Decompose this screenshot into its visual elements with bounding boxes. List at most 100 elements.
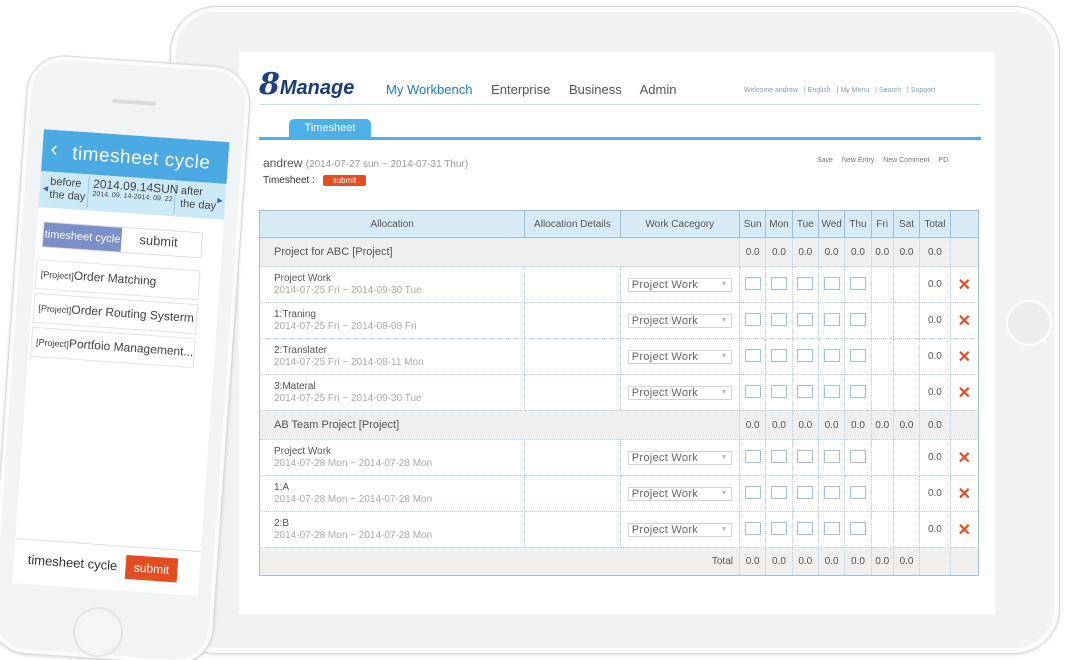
- my-menu-link[interactable]: | My Menu: [837, 87, 870, 94]
- hours-input[interactable]: [849, 485, 866, 499]
- work-category-value: Project Work: [631, 386, 699, 399]
- submit-button[interactable]: submit: [322, 175, 367, 186]
- hours-input[interactable]: [797, 449, 814, 463]
- hours-input[interactable]: [744, 384, 761, 398]
- new-comment-button[interactable]: New Comment: [883, 157, 929, 164]
- hours-input[interactable]: [770, 485, 787, 499]
- after-the-day-button[interactable]: after the day: [180, 185, 218, 213]
- triangle-right-icon[interactable]: ▶: [217, 196, 223, 204]
- timesheet-status: Timesheet : submit: [263, 175, 367, 186]
- language-link[interactable]: | English: [804, 87, 831, 94]
- hours-input[interactable]: [744, 312, 761, 326]
- nav-my-workbench[interactable]: My Workbench: [386, 82, 472, 97]
- timesheet-owner: andrew (2014-07-27 sun ~ 2014-07-31 Thur…: [263, 156, 468, 170]
- hours-input[interactable]: [770, 449, 787, 463]
- hours-input[interactable]: [823, 449, 840, 463]
- phone-submit-button[interactable]: submit: [124, 554, 179, 583]
- hours-input[interactable]: [770, 521, 787, 535]
- close-x-icon[interactable]: ✕: [949, 338, 980, 375]
- list-item[interactable]: [Project]Portfoio Management...: [30, 326, 196, 369]
- day-cell-fri: [870, 338, 894, 375]
- hours-input[interactable]: [797, 348, 814, 362]
- work-category-select[interactable]: Project Work ▼: [627, 522, 732, 537]
- hours-input[interactable]: [797, 312, 814, 326]
- day-cell: [738, 511, 767, 548]
- user-name: andrew: [263, 156, 303, 170]
- tab-submit[interactable]: submit: [139, 232, 178, 250]
- hours-input[interactable]: [849, 312, 866, 326]
- hours-input[interactable]: [770, 348, 787, 362]
- work-category-select[interactable]: Project Work ▼: [627, 450, 732, 465]
- day-cell: [791, 511, 819, 548]
- close-x-icon[interactable]: ✕: [949, 511, 980, 548]
- hours-input[interactable]: [849, 348, 866, 362]
- hours-input[interactable]: [823, 348, 840, 362]
- pd-button[interactable]: PD: [938, 157, 948, 164]
- hours-input[interactable]: [797, 276, 814, 290]
- work-category-select[interactable]: Project Work ▼: [627, 385, 732, 400]
- dropdown-arrow-icon: ▼: [720, 525, 728, 533]
- hours-input[interactable]: [849, 449, 866, 463]
- table-row: 3:Materal 2014-07-25 Fri ~ 2014-09-30 Tue…: [258, 374, 980, 411]
- category-cell: Project Work ▼: [619, 374, 740, 411]
- work-category-select[interactable]: Project Work ▼: [627, 349, 732, 364]
- day-cell: [791, 266, 819, 303]
- chevron-left-icon[interactable]: ‹: [50, 136, 59, 162]
- group-sum: 0.0: [738, 410, 767, 440]
- hours-input[interactable]: [744, 276, 761, 290]
- hours-input[interactable]: [744, 521, 761, 535]
- hours-input[interactable]: [849, 384, 866, 398]
- close-x-icon[interactable]: ✕: [949, 302, 980, 339]
- day-cell: [791, 374, 819, 411]
- tablet-home-button[interactable]: [1006, 300, 1052, 346]
- work-category-select[interactable]: Project Work ▼: [627, 313, 732, 328]
- allocation-title: 1:Traning: [274, 308, 316, 320]
- day-cell: [844, 374, 872, 411]
- hours-input[interactable]: [744, 348, 761, 362]
- hours-input[interactable]: [744, 449, 761, 463]
- allocation-details-cell: [524, 511, 621, 548]
- close-x-icon[interactable]: ✕: [949, 475, 980, 512]
- hours-input[interactable]: [849, 521, 866, 535]
- day-total: 0.0: [791, 547, 819, 576]
- hours-input[interactable]: [770, 384, 787, 398]
- before-the-day-button[interactable]: before the day: [49, 176, 87, 204]
- hours-input[interactable]: [744, 485, 761, 499]
- hours-input[interactable]: [770, 312, 787, 326]
- day-cell: [817, 266, 846, 303]
- work-category-select[interactable]: Project Work ▼: [627, 277, 732, 292]
- close-x-icon[interactable]: ✕: [949, 439, 980, 476]
- hours-input[interactable]: [797, 521, 814, 535]
- hours-input[interactable]: [797, 485, 814, 499]
- support-link[interactable]: | Support: [907, 87, 935, 94]
- hours-input[interactable]: [823, 384, 840, 398]
- day-total: 0.0: [738, 547, 767, 576]
- day-cell: [791, 439, 819, 476]
- allocation-title: Project Work: [274, 445, 332, 457]
- close-x-icon[interactable]: ✕: [949, 374, 980, 411]
- new-entry-button[interactable]: New Entry: [842, 157, 874, 164]
- nav-business[interactable]: Business: [569, 82, 622, 97]
- col-total: Total: [919, 210, 951, 238]
- search-link[interactable]: | Search: [875, 87, 901, 94]
- tab-timesheet-cycle[interactable]: timesheet cycle: [42, 222, 123, 252]
- close-x-icon[interactable]: ✕: [949, 266, 980, 303]
- table-row: Project Work 2014-07-28 Mon ~ 2014-07-28 …: [258, 439, 980, 476]
- hours-input[interactable]: [823, 276, 840, 290]
- hours-input[interactable]: [797, 384, 814, 398]
- work-category-select[interactable]: Project Work ▼: [627, 486, 732, 501]
- hours-input[interactable]: [849, 276, 866, 290]
- app-logo[interactable]: 8Manage: [259, 70, 354, 101]
- hours-input[interactable]: [823, 485, 840, 499]
- tab-timesheet[interactable]: Timesheet: [289, 119, 371, 137]
- category-cell: Project Work ▼: [619, 511, 740, 548]
- allocation-cell: 1:A 2014-07-28 Mon ~ 2014-07-28 Mon: [258, 475, 526, 512]
- hours-input[interactable]: [823, 521, 840, 535]
- hours-input[interactable]: [823, 312, 840, 326]
- user-bar: Welcome andrew | English | My Menu | Sea…: [744, 87, 939, 94]
- nav-admin[interactable]: Admin: [640, 82, 677, 97]
- triangle-left-icon[interactable]: ◀: [43, 184, 49, 192]
- hours-input[interactable]: [770, 276, 787, 290]
- nav-enterprise[interactable]: Enterprise: [491, 82, 550, 97]
- save-button[interactable]: Save: [817, 157, 833, 164]
